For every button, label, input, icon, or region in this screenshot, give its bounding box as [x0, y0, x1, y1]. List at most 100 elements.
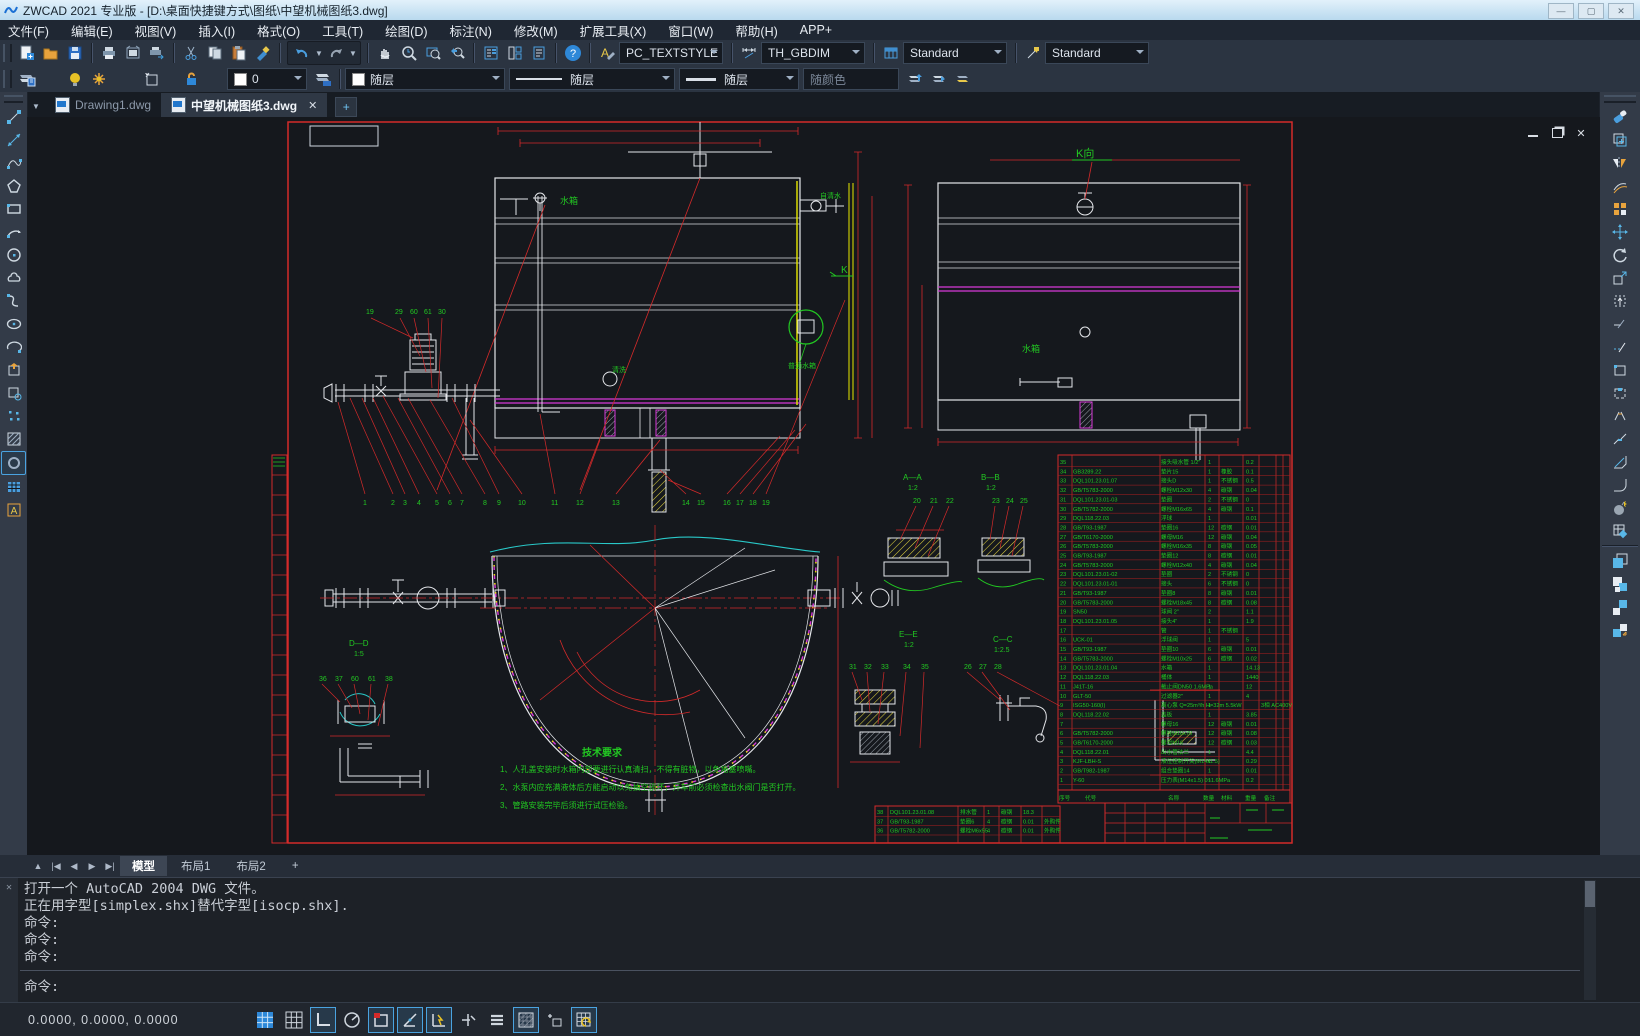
- plot-preview-button[interactable]: [121, 42, 145, 64]
- polar-toggle[interactable]: [339, 1007, 365, 1033]
- osnap-toggle[interactable]: [368, 1007, 394, 1033]
- expand-tabs-icon[interactable]: ▲: [30, 861, 46, 871]
- menu-insert[interactable]: 插入(I): [198, 21, 235, 40]
- polyline-tool[interactable]: [2, 152, 25, 174]
- layer-freeze-icon[interactable]: [87, 68, 111, 90]
- dynamic-input-toggle[interactable]: [426, 1007, 452, 1033]
- plot-button[interactable]: [97, 42, 121, 64]
- join-tool[interactable]: [1609, 428, 1632, 450]
- offset-tool[interactable]: [1609, 175, 1632, 197]
- mtext-tool[interactable]: A: [2, 499, 25, 521]
- quickcalc-button[interactable]: [527, 42, 551, 64]
- annotation-monitor-toggle[interactable]: [571, 1007, 597, 1033]
- redo-dropdown-icon[interactable]: ▼: [348, 42, 358, 64]
- lwdisplay-toggle[interactable]: [484, 1007, 510, 1033]
- layer-states-button[interactable]: [311, 68, 335, 90]
- rectangle-tool[interactable]: [2, 198, 25, 220]
- layer-combo[interactable]: 0: [227, 68, 307, 90]
- prev-tab-icon[interactable]: ◀: [66, 861, 82, 872]
- table-style-combo[interactable]: Standard: [903, 42, 1007, 64]
- command-close-icon[interactable]: ✕: [6, 882, 12, 893]
- insert-block-tool[interactable]: [2, 359, 25, 381]
- new-drawing-tab-button[interactable]: +: [335, 97, 357, 117]
- doc-close-icon[interactable]: ✕: [1574, 127, 1588, 139]
- tab-layout1[interactable]: 布局1: [169, 856, 222, 876]
- tab-model[interactable]: 模型: [120, 856, 167, 876]
- doc-restore-icon[interactable]: [1550, 127, 1564, 139]
- menu-draw[interactable]: 绘图(D): [385, 21, 427, 40]
- chamfer-tool[interactable]: [1609, 451, 1632, 473]
- arc-tool[interactable]: [2, 221, 25, 243]
- add-layout-button[interactable]: +: [280, 858, 311, 874]
- cut-button[interactable]: [179, 42, 203, 64]
- layer-properties-button[interactable]: [15, 68, 39, 90]
- layer-on-bulb-icon[interactable]: [63, 68, 87, 90]
- plotstyle-control-combo[interactable]: 随颜色: [803, 68, 899, 90]
- command-scrollbar[interactable]: [1584, 880, 1596, 1000]
- maximize-icon[interactable]: ▢: [1578, 3, 1604, 19]
- ortho-toggle[interactable]: [310, 1007, 336, 1033]
- quick-properties-toggle[interactable]: [542, 1007, 568, 1033]
- zoom-window-button[interactable]: [421, 42, 445, 64]
- doc-tab-drawing1[interactable]: Drawing1.dwg: [45, 93, 161, 117]
- menu-help[interactable]: 帮助(H): [735, 21, 777, 40]
- point-tool[interactable]: [2, 405, 25, 427]
- next-tab-icon[interactable]: ▶: [84, 861, 100, 872]
- draworder-above-tool[interactable]: [1609, 596, 1632, 618]
- command-panel[interactable]: ✕ 打开一个 AutoCAD 2004 DWG 文件。正在用字型[simplex…: [0, 877, 1640, 1003]
- new-button[interactable]: [15, 42, 39, 64]
- revision-cloud-tool[interactable]: [2, 267, 25, 289]
- explode-tool[interactable]: [1609, 497, 1632, 519]
- rotate-tool[interactable]: [1609, 244, 1632, 266]
- line-tool[interactable]: [2, 106, 25, 128]
- publish-button[interactable]: [145, 42, 169, 64]
- make-current-layer-button[interactable]: [903, 68, 927, 90]
- lineweight-toggle[interactable]: [455, 1007, 481, 1033]
- text-style-combo[interactable]: PC_TEXTSTYLE: [619, 42, 723, 64]
- zoom-realtime-button[interactable]: [397, 42, 421, 64]
- layer-lock-icon[interactable]: [179, 68, 203, 90]
- erase-tool[interactable]: [1609, 106, 1632, 128]
- new-layer-icon[interactable]: [139, 68, 163, 90]
- drawing-canvas[interactable]: K向: [27, 117, 1600, 855]
- hatch-tool[interactable]: [2, 428, 25, 450]
- layer-previous-button[interactable]: [927, 68, 951, 90]
- open-button[interactable]: [39, 42, 63, 64]
- fillet-tool[interactable]: [1609, 474, 1632, 496]
- break-tool[interactable]: [1609, 405, 1632, 427]
- make-block-tool[interactable]: [2, 382, 25, 404]
- menu-window[interactable]: 窗口(W): [668, 21, 713, 40]
- region-tool[interactable]: [1, 451, 26, 475]
- toolbar-grip[interactable]: [3, 44, 12, 62]
- menu-modify[interactable]: 修改(M): [514, 21, 558, 40]
- snap-toggle[interactable]: [281, 1007, 307, 1033]
- menu-view[interactable]: 视图(V): [135, 21, 177, 40]
- polygon-tool[interactable]: [2, 175, 25, 197]
- transparency-toggle[interactable]: [513, 1007, 539, 1033]
- tab-layout2[interactable]: 布局2: [224, 856, 277, 876]
- last-tab-icon[interactable]: ▶|: [102, 861, 118, 872]
- draworder-front-tool[interactable]: [1609, 550, 1632, 572]
- toolbar-grip[interactable]: [3, 70, 12, 88]
- break-at-point-tool[interactable]: [1609, 382, 1632, 404]
- menu-app-plus[interactable]: APP+: [800, 23, 832, 37]
- lineweight-control-combo[interactable]: 随层: [679, 68, 799, 90]
- copy-tool[interactable]: [1609, 129, 1632, 151]
- save-button[interactable]: [63, 42, 87, 64]
- mleader-style-combo[interactable]: Standard: [1045, 42, 1149, 64]
- linetype-control-combo[interactable]: 随层: [509, 68, 675, 90]
- tab-overflow-icon[interactable]: ▼: [31, 95, 41, 117]
- toolbar-grip[interactable]: [4, 95, 23, 103]
- layer-isolate-button[interactable]: [951, 68, 975, 90]
- construction-line-tool[interactable]: [2, 129, 25, 151]
- draworder-below-tool[interactable]: [1609, 619, 1632, 641]
- draworder-back-tool[interactable]: [1609, 573, 1632, 595]
- array-tool[interactable]: [1609, 198, 1632, 220]
- properties-button[interactable]: [479, 42, 503, 64]
- ellipse-tool[interactable]: [2, 313, 25, 335]
- redo-button[interactable]: [324, 42, 348, 64]
- help-button[interactable]: ?: [561, 42, 585, 64]
- menu-file[interactable]: 文件(F): [8, 21, 49, 40]
- match-properties-button[interactable]: [251, 42, 275, 64]
- table-tool[interactable]: [2, 476, 25, 498]
